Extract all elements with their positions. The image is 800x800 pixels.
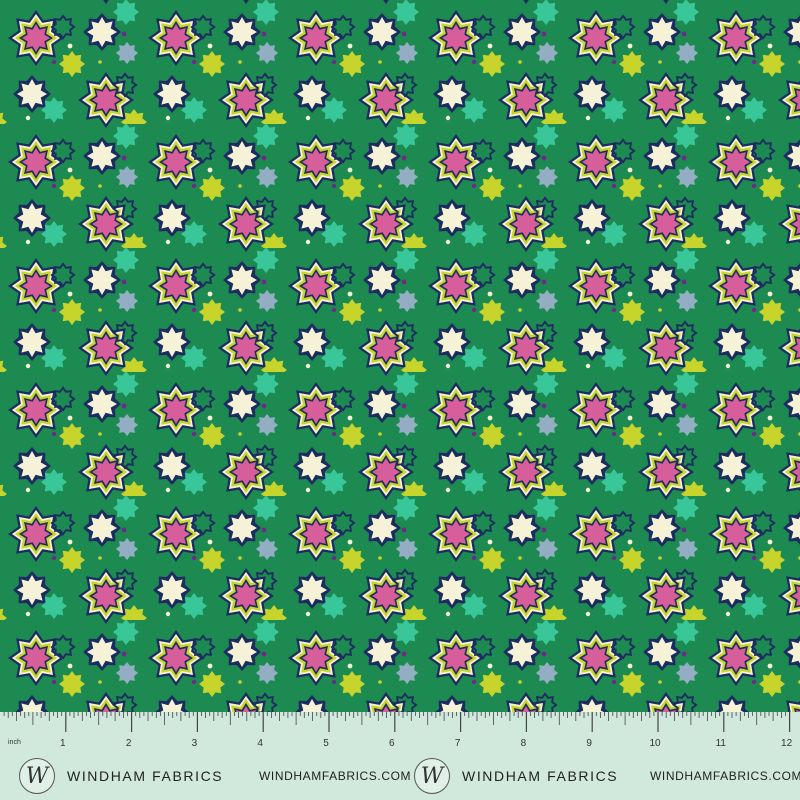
ruler-number: 12 [781,738,793,749]
ruler-number: 5 [323,738,329,749]
windham-logo-icon: W [19,758,55,794]
fabric-swatch-view: inch 1 2 3 4 5 6 7 8 9 10 11 12 W WINDHAM FABRICS W… [0,0,800,800]
ruler-ticks [3,712,791,732]
ruler-number: 6 [389,738,395,749]
ruler-number: 7 [455,738,461,749]
brand-block-right: W WINDHAM FABRICS [414,756,618,796]
ruler-number: 10 [649,738,661,749]
brand-url: WINDHAMFABRICS.COM [259,769,412,783]
ruler-number: 8 [521,738,527,749]
ruler-number: 1 [60,738,66,749]
ruler-band: inch 1 2 3 4 5 6 7 8 9 10 11 12 W WINDHAM FABRICS W… [0,712,800,800]
ruler-number: 9 [586,738,592,749]
brand-url: WINDHAMFABRICS.COM [650,769,800,783]
ruler-number: 2 [126,738,132,749]
fabric-pattern [0,0,800,712]
ruler-number: 3 [192,738,198,749]
ruler-numbers: 1 2 3 4 5 6 7 8 9 10 11 12 [60,738,793,749]
brand-block-left: W WINDHAM FABRICS [19,756,223,796]
brand-name: WINDHAM FABRICS [67,768,224,784]
ruler-unit-label: inch [8,739,21,746]
brand-name: WINDHAM FABRICS [462,768,619,784]
windham-logo-icon: W [414,758,450,794]
ruler-number: 11 [716,738,727,749]
ruler-number: 4 [257,738,263,749]
